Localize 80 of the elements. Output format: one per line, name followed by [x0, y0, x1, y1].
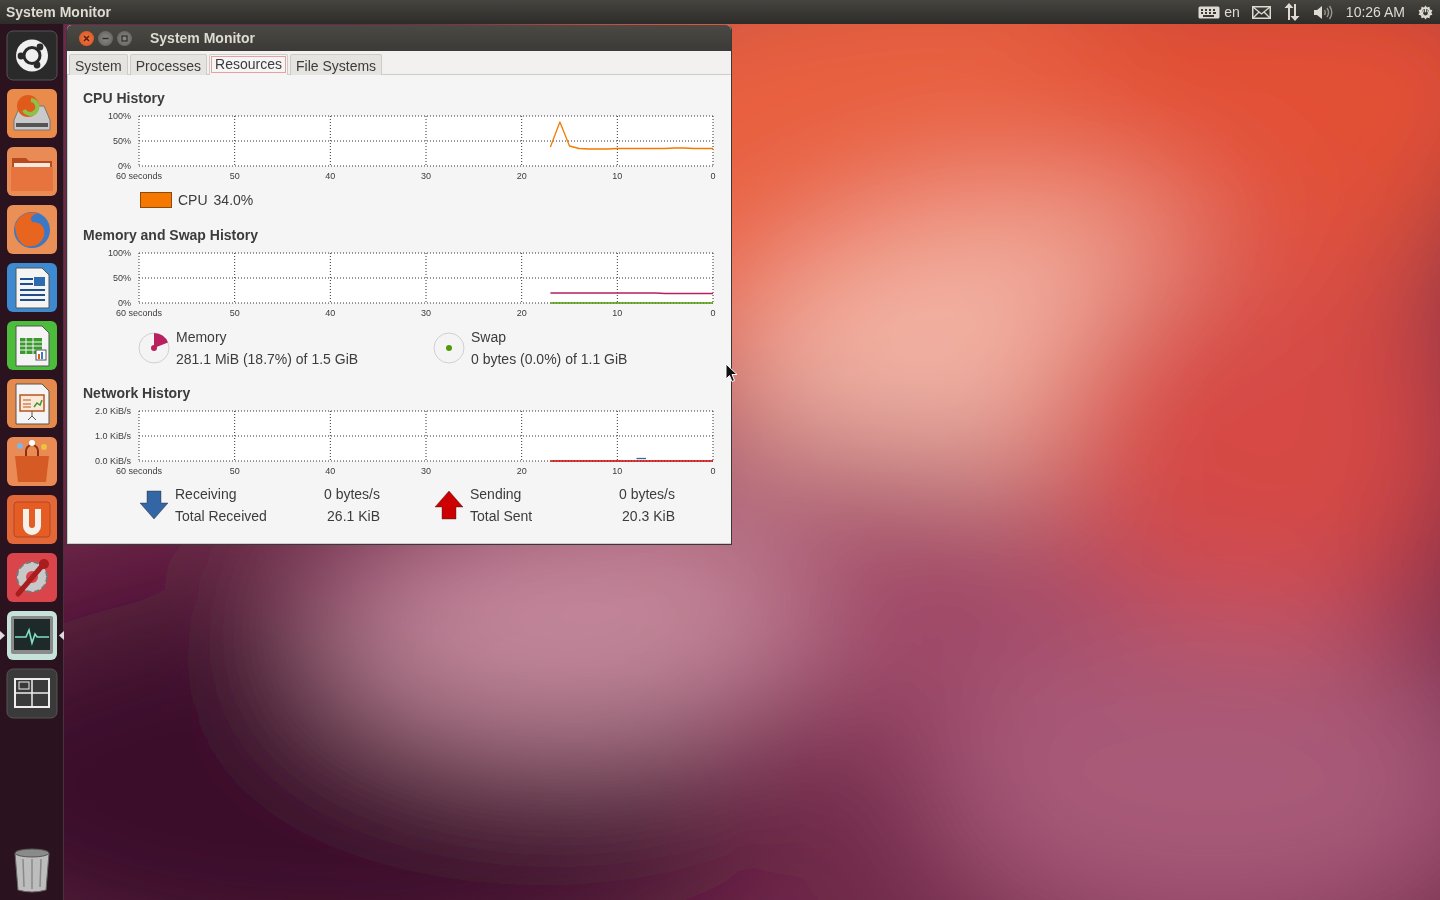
axis-label: 40: [325, 308, 336, 317]
tab[interactable]: System: [69, 54, 128, 75]
resource-label: Memory: [176, 329, 228, 345]
total-value: 20.3 KiB: [621, 508, 675, 524]
spreadsheet-icon[interactable]: [5, 320, 58, 371]
section-heading: Network History: [83, 385, 192, 402]
power-gear-icon[interactable]: [1417, 3, 1434, 21]
presentation-icon[interactable]: [5, 378, 58, 429]
rate-value: 0 bytes/s: [322, 486, 380, 502]
total-label: Total Received: [175, 508, 268, 524]
axis-label: 0%: [118, 298, 131, 308]
axis-label: 20: [516, 466, 527, 475]
axis-label: 30: [421, 466, 431, 475]
mail-icon[interactable]: [1251, 5, 1271, 19]
axis-label: 0: [710, 171, 716, 180]
close-button[interactable]: [79, 30, 94, 46]
total-value: 26.1 KiB: [326, 508, 380, 524]
ubuntu-logo-icon[interactable]: [5, 30, 58, 81]
axis-label: 2.0 KiB/s: [94, 406, 131, 416]
axis-label: 50%: [113, 273, 131, 283]
axis-label: 0%: [118, 161, 131, 171]
folder-icon[interactable]: [5, 146, 58, 197]
resource-usage: 281.1 MiB (18.7%) of 1.5 GiB: [176, 351, 359, 367]
usage-pie-icon[interactable]: [433, 332, 465, 364]
axis-label: 30: [421, 171, 431, 180]
globe-icon[interactable]: [5, 204, 58, 255]
axis-label: 40: [325, 466, 336, 475]
tab[interactable]: Processes: [129, 54, 208, 75]
rate-value: 0 bytes/s: [617, 486, 675, 502]
resource-label: Swap: [471, 329, 508, 345]
axis-label: 20: [516, 308, 527, 317]
tab[interactable]: Resources: [209, 54, 288, 75]
axis-label: 100%: [107, 111, 131, 121]
volume-icon[interactable]: [1312, 4, 1334, 20]
axis-label: 0.0 KiB/s: [94, 456, 131, 466]
shopping-bag-icon[interactable]: [5, 436, 58, 487]
hard-drive-icon[interactable]: [5, 88, 58, 139]
rate-label: Sending: [470, 486, 523, 502]
workspaces-icon[interactable]: [5, 668, 58, 719]
color-swatch[interactable]: [140, 192, 172, 208]
axis-label: 10: [612, 171, 623, 180]
clock[interactable]: 10:26 AM: [1345, 4, 1405, 20]
resource-usage: 0 bytes (0.0%) of 1.1 GiB: [471, 351, 628, 367]
axis-label: 40: [325, 171, 336, 180]
axis-label: 10: [612, 308, 623, 317]
axis-label: 60 seconds: [116, 171, 162, 180]
rate-label: Receiving: [175, 486, 238, 502]
axis-label: 10: [612, 466, 623, 475]
app-name: System Monitor: [6, 4, 111, 20]
axis-label: 60 seconds: [116, 466, 162, 475]
axis-label: 60 seconds: [116, 308, 162, 317]
pulse-monitor-icon[interactable]: [5, 610, 58, 661]
axis-label: 50: [229, 171, 240, 180]
usage-pie-icon[interactable]: [138, 332, 170, 364]
total-label: Total Sent: [470, 508, 534, 524]
wrench-gear-icon[interactable]: [5, 552, 58, 603]
maximize-button[interactable]: [117, 30, 132, 46]
axis-label: 30: [421, 308, 431, 317]
u-icon[interactable]: [5, 494, 58, 545]
axis-label: 100%: [107, 248, 131, 258]
legend-value: 34.0%: [213, 192, 254, 208]
maximize-icon: [121, 34, 128, 42]
axis-label: 50%: [113, 136, 131, 146]
tab[interactable]: File Systems: [289, 54, 383, 75]
network-arrows-icon[interactable]: [1282, 3, 1301, 21]
axis-label: 0: [710, 466, 716, 475]
section-heading: CPU History: [83, 90, 166, 107]
section-heading: Memory and Swap History: [83, 227, 260, 244]
document-icon[interactable]: [5, 262, 58, 313]
axis-label: 50: [229, 466, 240, 475]
keyboard-icon[interactable]: [1198, 5, 1221, 19]
axis-label: 1.0 KiB/s: [94, 431, 131, 441]
minimize-button[interactable]: [98, 30, 113, 46]
axis-label: 20: [516, 171, 527, 180]
keyboard-layout[interactable]: en: [1224, 4, 1240, 20]
close-icon: [83, 34, 90, 42]
window-title: System Monitor: [150, 30, 255, 46]
legend-label: CPU: [178, 192, 208, 208]
axis-label: 0: [710, 308, 716, 317]
axis-label: 50: [229, 308, 240, 317]
